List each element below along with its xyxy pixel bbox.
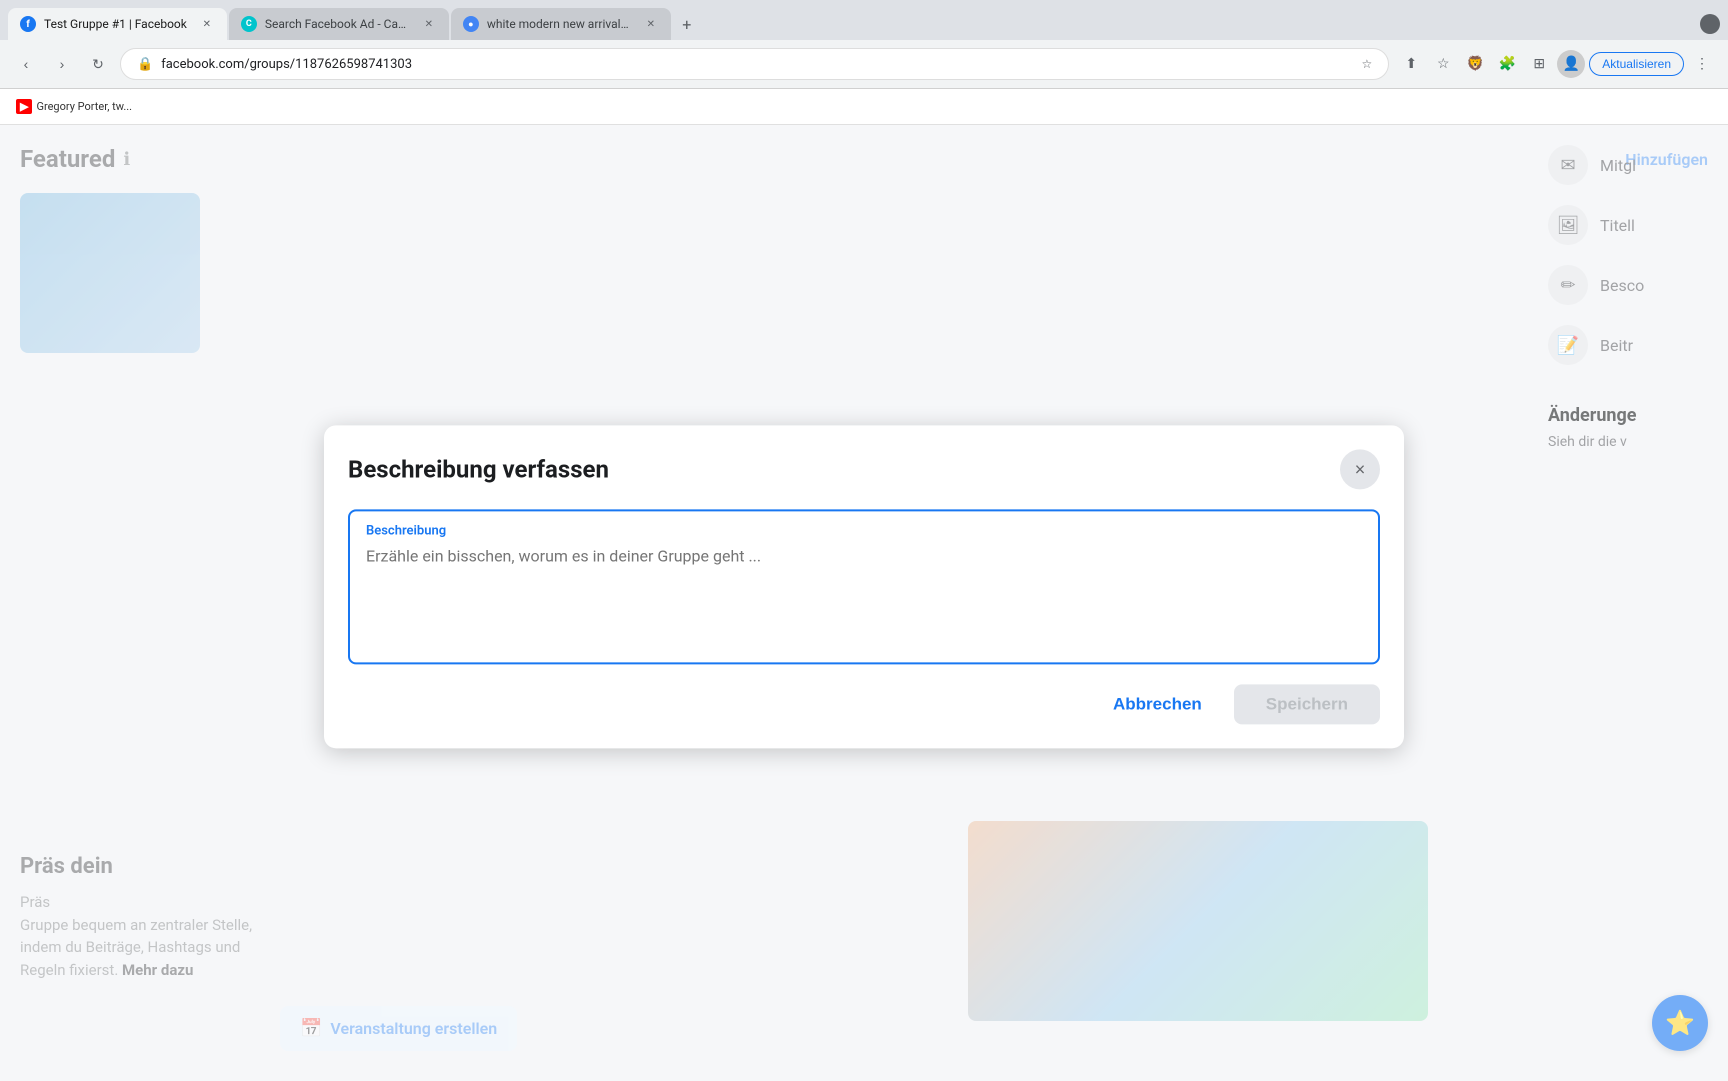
reload-button[interactable]: ↻: [84, 50, 112, 78]
canva-favicon: C: [241, 16, 257, 32]
new-tab-button[interactable]: +: [673, 10, 701, 38]
tab-bar: f Test Gruppe #1 | Facebook ✕ C Search F…: [0, 0, 1728, 40]
forward-button[interactable]: ›: [48, 50, 76, 78]
modal-dialog: Beschreibung verfassen × Beschreibung Ab…: [324, 425, 1404, 748]
brave-icon[interactable]: 🦁: [1461, 50, 1489, 78]
tab-canva[interactable]: C Search Facebook Ad - Canva ✕: [229, 8, 449, 40]
facebook-favicon: f: [20, 16, 36, 32]
tab-close-third[interactable]: ✕: [643, 16, 659, 32]
youtube-logo: ▶ Gregory Porter, tw...: [16, 99, 132, 114]
save-button[interactable]: Speichern: [1234, 684, 1380, 724]
textarea-container[interactable]: Beschreibung: [348, 509, 1380, 664]
address-bar: ‹ › ↻ 🔒 facebook.com/groups/118762659874…: [0, 40, 1728, 88]
main-content: Featured ℹ Hinzufügen Präs dein Präs Gru…: [0, 125, 1728, 1081]
url-bar[interactable]: 🔒 facebook.com/groups/1187626598741303 ☆: [120, 48, 1389, 80]
lock-icon: 🔒: [137, 57, 153, 72]
description-textarea[interactable]: [366, 546, 1362, 646]
cancel-button[interactable]: Abbrechen: [1097, 686, 1218, 722]
youtube-bar-text: Gregory Porter, tw...: [36, 100, 132, 113]
layout-icon[interactable]: ⊞: [1525, 50, 1553, 78]
back-button[interactable]: ‹: [12, 50, 40, 78]
tab-facebook[interactable]: f Test Gruppe #1 | Facebook ✕: [8, 8, 227, 40]
menu-icon[interactable]: ⋮: [1688, 50, 1716, 78]
modal-header: Beschreibung verfassen ×: [348, 449, 1380, 489]
toolbar-icons: ⬆ ☆ 🦁 🧩 ⊞ 👤 Aktualisieren ⋮: [1397, 50, 1716, 78]
third-favicon: ●: [463, 16, 479, 32]
extensions-icon[interactable]: 🧩: [1493, 50, 1521, 78]
tab-close-canva[interactable]: ✕: [421, 16, 437, 32]
modal-title: Beschreibung verfassen: [348, 455, 609, 483]
tab-close-facebook[interactable]: ✕: [199, 16, 215, 32]
profile-icon[interactable]: 👤: [1557, 50, 1585, 78]
bookmark-icon[interactable]: ☆: [1362, 57, 1373, 71]
star-icon[interactable]: ☆: [1429, 50, 1457, 78]
share-icon[interactable]: ⬆: [1397, 50, 1425, 78]
browser-chrome: f Test Gruppe #1 | Facebook ✕ C Search F…: [0, 0, 1728, 89]
modal-footer: Abbrechen Speichern: [348, 684, 1380, 724]
youtube-bar: ▶ Gregory Porter, tw...: [0, 89, 1728, 125]
tab-third-label: white modern new arrival watc...: [487, 17, 631, 31]
tab-facebook-label: Test Gruppe #1 | Facebook: [44, 17, 187, 31]
tab-third[interactable]: ● white modern new arrival watc... ✕: [451, 8, 671, 40]
url-text: facebook.com/groups/1187626598741303: [161, 57, 1353, 72]
minimize-button[interactable]: [1700, 14, 1720, 34]
textarea-label: Beschreibung: [366, 523, 1362, 538]
update-button[interactable]: Aktualisieren: [1589, 52, 1684, 76]
tab-canva-label: Search Facebook Ad - Canva: [265, 17, 409, 31]
modal-close-button[interactable]: ×: [1340, 449, 1380, 489]
